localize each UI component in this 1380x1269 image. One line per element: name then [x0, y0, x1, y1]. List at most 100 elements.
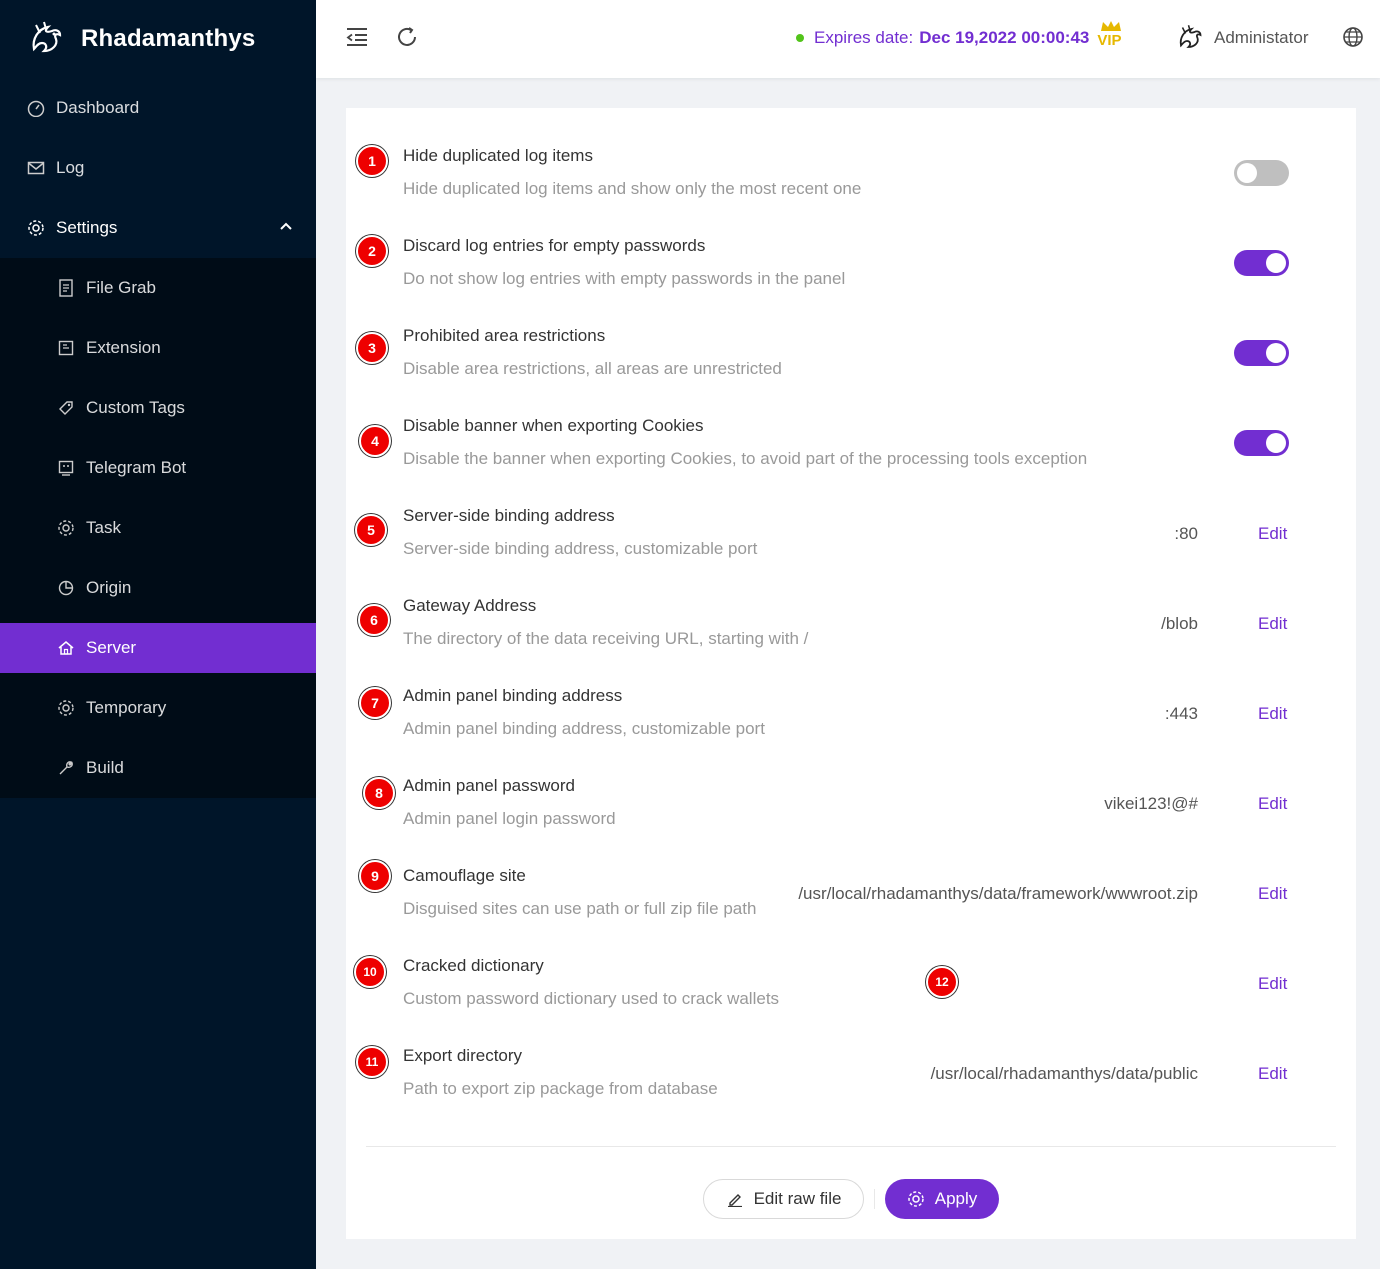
setting-row: 11 Export directory Path to export zip pac…: [346, 1008, 1356, 1098]
sidebar-item-label: Origin: [86, 578, 132, 597]
sidebar-item-label: Build: [86, 758, 124, 777]
divider: [366, 1146, 1336, 1147]
setting-description: The directory of the data receiving URL,…: [403, 629, 809, 648]
apply-button[interactable]: Apply: [885, 1179, 999, 1219]
setting-value: :80: [1174, 524, 1198, 543]
setting-description: Path to export zip package from database: [403, 1079, 718, 1098]
sidebar-item-file-grab[interactable]: File Grab: [0, 258, 316, 318]
setting-row: 5 Server-side binding address Server-side …: [346, 468, 1356, 558]
menu-fold-icon[interactable]: [344, 24, 370, 50]
setting-row: 6 Gateway Address The directory of the dat…: [346, 558, 1356, 648]
annotation-badge: 2: [356, 235, 388, 267]
edit-icon: [726, 1190, 744, 1208]
user-menu[interactable]: Administator: [1174, 22, 1308, 54]
tag-icon: [56, 398, 76, 418]
sidebar-item-label: Extension: [86, 338, 161, 357]
annotation-badge: 5: [355, 514, 387, 546]
setting-row: 9 Camouflage site Disguised sites can use …: [346, 828, 1356, 918]
setting-value: /usr/local/rhadamanthys/data/public: [930, 1064, 1198, 1083]
sidebar-item-temporary[interactable]: Temporary: [0, 678, 316, 738]
sidebar-item-extension[interactable]: Extension: [0, 318, 316, 378]
annotation-badge: 1: [356, 145, 388, 177]
gear-icon: [26, 218, 46, 238]
setting-row: 10 Cracked dictionary Custom password dict…: [346, 918, 1356, 1008]
sidebar-item-custom-tags[interactable]: Custom Tags: [0, 378, 316, 438]
sidebar-item-settings[interactable]: Settings: [0, 198, 316, 258]
sidebar-item-log[interactable]: Log: [0, 138, 316, 198]
setting-description: Admin panel binding address, customizabl…: [403, 719, 765, 738]
sidebar-item-label: Server: [86, 638, 137, 657]
settings-card: 1 Hide duplicated log items Hide duplicate…: [346, 108, 1356, 1239]
setting-row: 8 Admin panel password Admin panel login p…: [346, 738, 1356, 828]
settings-submenu: File Grab Extension Custom Tags Telegram…: [0, 258, 316, 798]
apply-label: Apply: [934, 1189, 978, 1208]
globe-icon[interactable]: [1340, 24, 1366, 50]
expires-date: Dec 19,2022 00:00:43: [919, 28, 1090, 47]
edit-link[interactable]: Edit: [1258, 884, 1287, 904]
annotation-badge: 7: [359, 687, 391, 719]
sidebar-item-label: Dashboard: [56, 98, 140, 117]
setting-description: Custom password dictionary used to crack…: [403, 989, 780, 1008]
setting-toggle[interactable]: [1234, 340, 1289, 366]
annotation-badge: 8: [363, 777, 395, 809]
expires-label: Expires date:: [814, 28, 914, 47]
edit-link[interactable]: Edit: [1258, 614, 1287, 634]
setting-toggle[interactable]: [1234, 160, 1289, 186]
chevron-up-icon[interactable]: [278, 218, 294, 234]
annotation-badge: 6: [358, 604, 390, 636]
setting-toggle[interactable]: [1234, 430, 1289, 456]
setting-description: Disable area restrictions, all areas are…: [403, 359, 782, 378]
wrench-icon: [56, 758, 76, 778]
app-name: Rhadamanthys: [81, 25, 256, 52]
file-icon: [56, 278, 76, 298]
edit-link[interactable]: Edit: [1258, 524, 1287, 544]
crown-icon: [1101, 20, 1122, 31]
setting-description: Disguised sites can use path or full zip…: [403, 899, 757, 918]
refresh-icon[interactable]: [394, 24, 420, 50]
user-avatar-icon: [1174, 22, 1206, 54]
edit-link[interactable]: Edit: [1258, 794, 1287, 814]
sidebar-item-label: Telegram Bot: [86, 458, 187, 477]
setting-toggle[interactable]: [1234, 250, 1289, 276]
setting-row: 7 Admin panel binding address Admin panel …: [346, 648, 1356, 738]
annotation-badge: 3: [356, 332, 388, 364]
edit-raw-file-label: Edit raw file: [753, 1189, 842, 1208]
edit-raw-file-button[interactable]: Edit raw file: [703, 1179, 864, 1219]
sidebar: Rhadamanthys Dashboard Log Settings File…: [0, 0, 316, 1269]
status-dot: [796, 34, 804, 42]
edit-link[interactable]: Edit: [1258, 704, 1287, 724]
setting-description: Disable the banner when exporting Cookie…: [403, 449, 1088, 468]
sidebar-item-label: Settings: [56, 218, 118, 237]
gear-icon: [907, 1190, 925, 1208]
sidebar-item-dashboard[interactable]: Dashboard: [0, 78, 316, 138]
button-separator: [874, 1189, 875, 1209]
setting-row: 4 Disable banner when exporting Cookies Di…: [346, 378, 1356, 468]
top-header: Expires date: Dec 19,2022 00:00:43 VIP A…: [316, 0, 1380, 78]
expiry-info: Expires date: Dec 19,2022 00:00:43 VIP: [796, 20, 1122, 49]
setting-row: 3 Prohibited area restrictions Disable are…: [346, 288, 1356, 378]
sidebar-item-telegram-bot[interactable]: Telegram Bot: [0, 438, 316, 498]
gear-icon: [56, 518, 76, 538]
sidebar-item-build[interactable]: Build: [0, 738, 316, 798]
sidebar-item-origin[interactable]: Origin: [0, 558, 316, 618]
brand: Rhadamanthys: [0, 0, 316, 78]
annotation-badge: 9: [359, 860, 391, 892]
annotation-badge: 10: [354, 956, 386, 988]
edit-link[interactable]: Edit: [1258, 1064, 1287, 1084]
setting-row: 1 Hide duplicated log items Hide duplicate…: [346, 108, 1356, 198]
sidebar-item-label: Custom Tags: [86, 398, 185, 417]
setting-title: Cracked dictionary: [403, 956, 544, 975]
dragon-logo-icon: [26, 19, 66, 59]
edit-link[interactable]: Edit: [1258, 974, 1287, 994]
setting-title: Admin panel binding address: [403, 686, 623, 705]
bot-icon: [56, 458, 76, 478]
annotation-badge: 12: [926, 966, 958, 998]
toggle-knob: [1237, 163, 1257, 183]
setting-title: Discard log entries for empty passwords: [403, 236, 706, 255]
setting-description: Hide duplicated log items and show only …: [403, 179, 862, 198]
sidebar-item-task[interactable]: Task: [0, 498, 316, 558]
sidebar-item-server[interactable]: Server: [0, 623, 316, 673]
setting-title: Prohibited area restrictions: [403, 326, 606, 345]
setting-row: 2 Discard log entries for empty passwords…: [346, 198, 1356, 288]
sidebar-item-label: Log: [56, 158, 85, 177]
